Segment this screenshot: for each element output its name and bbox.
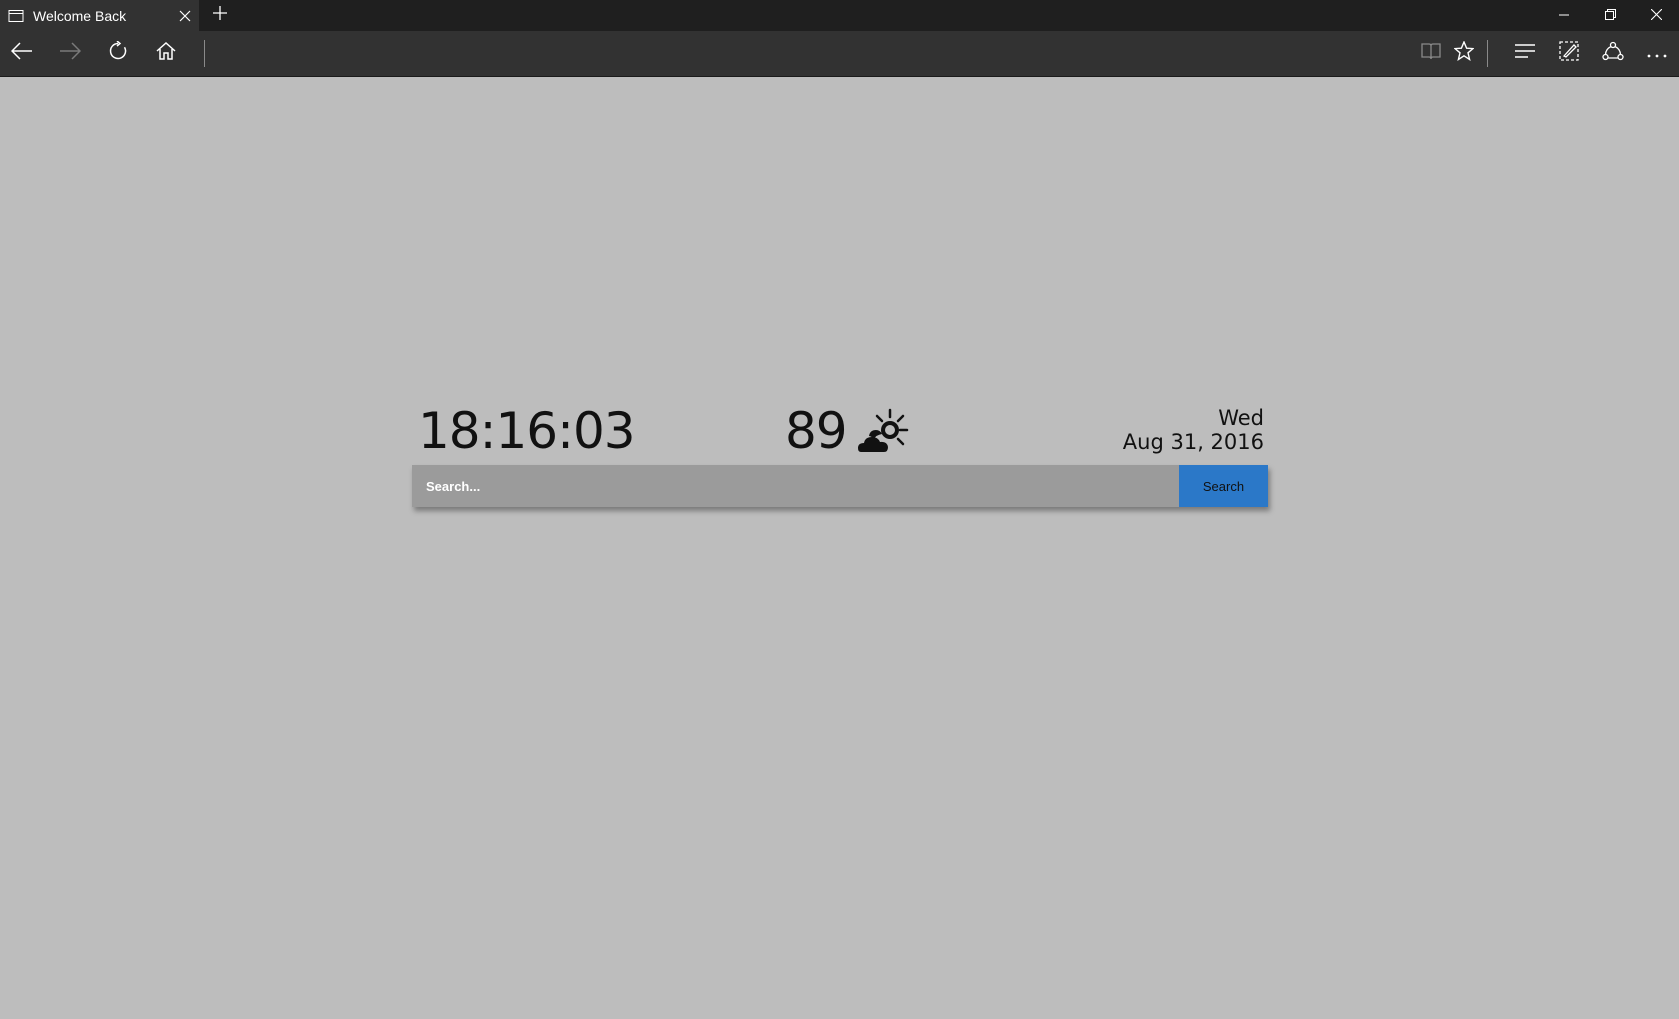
forward-arrow-icon: [59, 42, 82, 65]
refresh-button[interactable]: [96, 31, 140, 76]
tab-title: Welcome Back: [33, 7, 127, 24]
weather-widget: 89: [785, 406, 909, 456]
back-button[interactable]: [0, 31, 44, 76]
minimize-icon: [1559, 7, 1569, 25]
web-note-button[interactable]: [1547, 31, 1591, 76]
toolbar-divider: [1487, 40, 1488, 67]
home-button[interactable]: [144, 31, 188, 76]
forward-button[interactable]: [48, 31, 92, 76]
minimize-button[interactable]: [1541, 0, 1587, 31]
close-icon: [1650, 7, 1662, 25]
clock-display: 18:16:03: [418, 402, 636, 460]
reading-view-icon: [1421, 42, 1441, 65]
more-button[interactable]: [1635, 31, 1679, 76]
search-bar: Search: [412, 465, 1268, 507]
page-icon: [8, 8, 24, 24]
home-icon: [156, 41, 176, 65]
partly-cloudy-icon: [857, 406, 909, 456]
search-input[interactable]: [412, 465, 1179, 507]
dashboard-widgets: 18:16:03 89 Wed Aug 31, 2016: [412, 398, 1268, 460]
refresh-icon: [108, 40, 128, 66]
favorite-button[interactable]: [1442, 31, 1486, 76]
favorite-star-icon: [1453, 40, 1475, 66]
address-bar-divider: [204, 40, 205, 67]
navigation-bar: [0, 31, 1679, 77]
tab-welcome-back[interactable]: Welcome Back: [0, 0, 199, 31]
hub-icon: [1514, 43, 1536, 64]
restore-icon: [1604, 7, 1616, 25]
more-icon: [1647, 45, 1667, 63]
back-arrow-icon: [10, 42, 33, 65]
plus-icon: [213, 6, 227, 25]
hub-button[interactable]: [1503, 31, 1547, 76]
search-button[interactable]: Search: [1179, 465, 1268, 507]
full-date: Aug 31, 2016: [1122, 430, 1264, 454]
tab-close-icon[interactable]: [171, 0, 199, 31]
date-display: Wed Aug 31, 2016: [1123, 406, 1264, 454]
close-window-button[interactable]: [1633, 0, 1679, 31]
share-button[interactable]: [1591, 31, 1635, 76]
share-icon: [1602, 41, 1624, 66]
temperature: 89: [785, 402, 848, 460]
weekday: Wed: [1218, 406, 1264, 430]
web-note-icon: [1559, 41, 1579, 66]
title-bar: Welcome Back: [0, 0, 1679, 31]
restore-button[interactable]: [1587, 0, 1633, 31]
new-tab-button[interactable]: [205, 0, 235, 31]
